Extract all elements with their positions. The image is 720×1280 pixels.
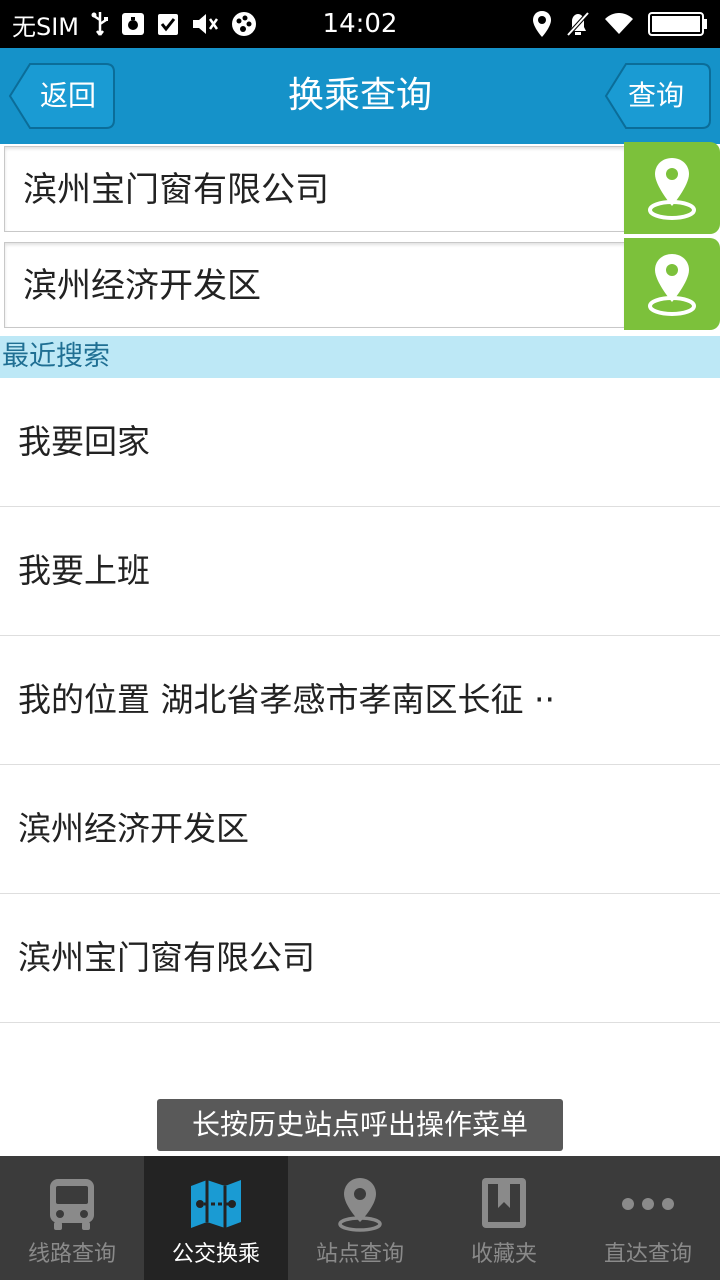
tab-direct-query-label: 直达查询 xyxy=(603,1242,692,1267)
query-button-label: 查询 xyxy=(628,79,685,112)
bottom-nav: 线路查询 公交换乘 站点查询 收藏夹 直达查询 xyxy=(0,1156,720,1280)
battery-icon xyxy=(648,12,707,36)
end-input[interactable]: 滨州经济开发区 xyxy=(4,242,626,328)
recent-search-list: 我要回家 我要上班 我的位置 湖北省孝感市孝南区长征 ·· 滨州经济开发区 滨州… xyxy=(0,378,720,1023)
wifi-icon xyxy=(605,13,633,34)
toast-message: 长按历史站点呼出操作菜单 xyxy=(157,1099,563,1151)
list-item-label: 滨州经济开发区 xyxy=(18,809,249,848)
tab-route-query[interactable]: 线路查询 xyxy=(0,1156,144,1280)
recent-search-title: 最近搜索 xyxy=(2,341,110,372)
end-input-row: 滨州经济开发区 xyxy=(4,238,720,330)
bus-icon xyxy=(50,1179,94,1230)
map-transfer-icon xyxy=(191,1180,241,1228)
end-locate-button[interactable] xyxy=(624,238,720,330)
location-pin-icon xyxy=(338,1178,382,1232)
tab-favorites-label: 收藏夹 xyxy=(470,1242,537,1267)
tab-station-query[interactable]: 站点查询 xyxy=(288,1156,432,1280)
list-item[interactable]: 滨州宝门窗有限公司 xyxy=(0,894,720,1023)
tab-transfer[interactable]: 公交换乘 xyxy=(144,1156,288,1280)
recent-search-header: 最近搜索 xyxy=(0,336,720,378)
list-item-label: 我的位置 湖北省孝感市孝南区长征 ·· xyxy=(18,680,555,719)
list-item[interactable]: 我要上班 xyxy=(0,507,720,636)
list-item[interactable]: 我的位置 湖北省孝感市孝南区长征 ·· xyxy=(0,636,720,765)
query-button[interactable]: 查询 xyxy=(604,62,712,130)
list-item[interactable]: 我要回家 xyxy=(0,378,720,507)
tab-station-query-label: 站点查询 xyxy=(315,1242,404,1267)
start-locate-button[interactable] xyxy=(624,142,720,234)
start-input-row: 滨州宝门窗有限公司 xyxy=(4,142,720,234)
alarm-off-icon xyxy=(566,11,590,37)
list-item-label: 滨州宝门窗有限公司 xyxy=(18,938,315,977)
location-pin-icon xyxy=(648,158,696,220)
bookmark-icon xyxy=(482,1178,526,1228)
list-item[interactable]: 滨州经济开发区 xyxy=(0,765,720,894)
list-item-label: 我要回家 xyxy=(18,422,150,461)
tab-favorites[interactable]: 收藏夹 xyxy=(432,1156,576,1280)
end-input-text: 滨州经济开发区 xyxy=(23,266,261,306)
tab-direct-query[interactable]: 直达查询 xyxy=(576,1156,720,1280)
start-input[interactable]: 滨州宝门窗有限公司 xyxy=(4,146,626,232)
list-item-label: 我要上班 xyxy=(18,551,150,590)
tab-transfer-label: 公交换乘 xyxy=(171,1242,260,1267)
location-pin-icon xyxy=(648,254,696,316)
more-dots-icon xyxy=(622,1198,674,1210)
start-input-text: 滨州宝门窗有限公司 xyxy=(23,170,329,210)
location-icon xyxy=(533,11,551,37)
app-header: 返回 换乘查询 查询 xyxy=(0,48,720,144)
tab-route-query-label: 线路查询 xyxy=(27,1242,116,1267)
status-bar: 无SIM 14:02 xyxy=(0,0,720,48)
